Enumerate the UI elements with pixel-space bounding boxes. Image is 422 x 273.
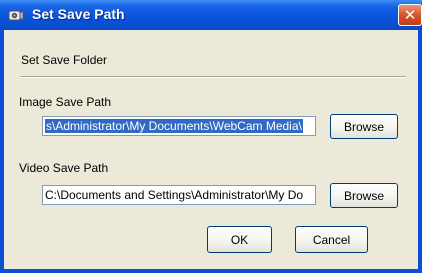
cancel-button[interactable]: Cancel	[295, 226, 368, 253]
close-icon: ✕	[403, 7, 417, 24]
ok-button[interactable]: OK	[207, 226, 272, 253]
webcam-icon	[8, 10, 24, 21]
video-save-path-field[interactable]: C:\Documents and Settings\Administrator\…	[42, 185, 316, 205]
dialog-body: Set Save Folder Image Save Path s\Admini…	[4, 30, 418, 269]
image-save-path-label: Image Save Path	[19, 95, 112, 109]
window-title: Set Save Path	[32, 6, 125, 22]
browse-image-button[interactable]: Browse	[330, 114, 398, 139]
section-title: Set Save Folder	[21, 53, 108, 67]
video-save-path-value: C:\Documents and Settings\Administrator\…	[45, 188, 304, 202]
browse-video-button[interactable]: Browse	[330, 183, 398, 208]
video-save-path-label: Video Save Path	[19, 161, 109, 175]
close-button[interactable]: ✕	[398, 4, 422, 26]
dialog-window: Set Save Path ✕ Set Save Folder Image Sa…	[0, 0, 422, 273]
title-bar[interactable]: Set Save Path ✕	[0, 0, 422, 30]
separator	[20, 76, 406, 78]
image-save-path-value: s\Administrator\My Documents\WebCam Medi…	[45, 119, 303, 133]
image-save-path-field[interactable]: s\Administrator\My Documents\WebCam Medi…	[42, 116, 316, 136]
